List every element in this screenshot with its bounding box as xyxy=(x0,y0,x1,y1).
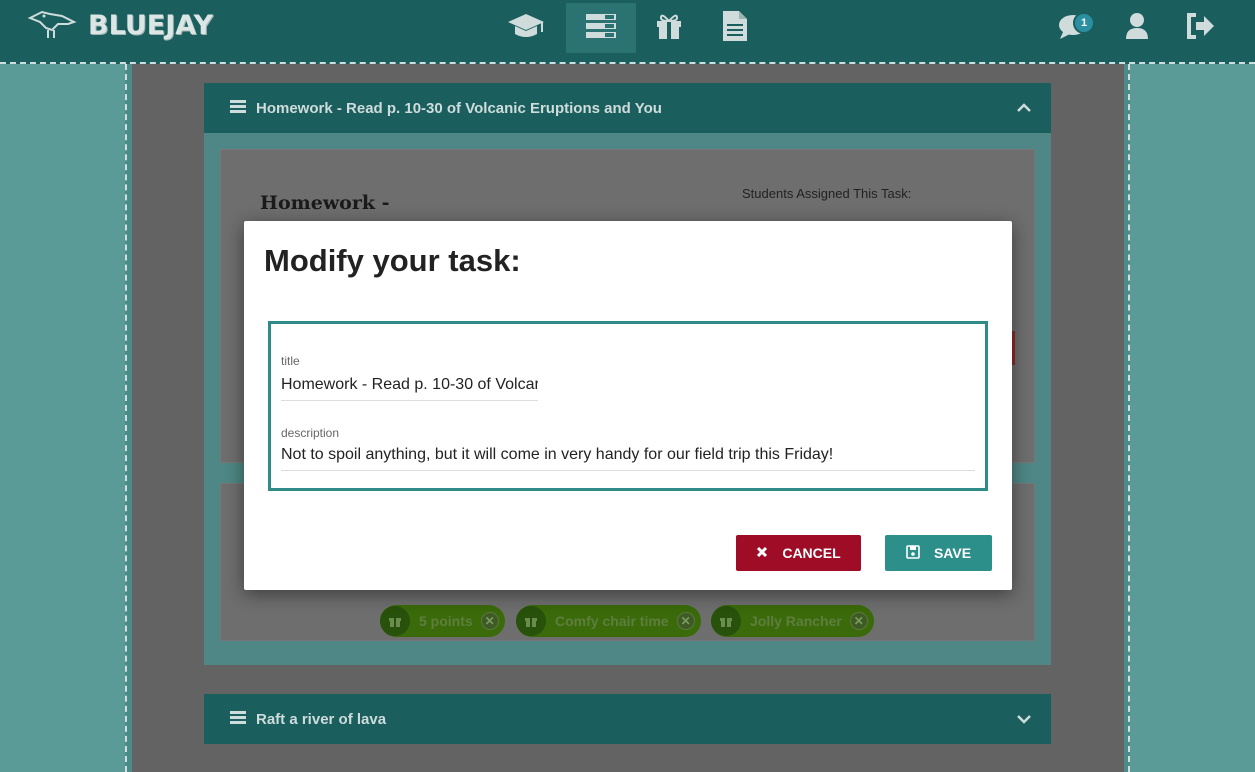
chevron-up-icon[interactable] xyxy=(1017,100,1031,117)
title-field[interactable] xyxy=(281,376,538,401)
task-panel-title: Raft a river of lava xyxy=(256,710,387,728)
sign-out-icon xyxy=(1186,12,1216,44)
app-logo[interactable]: BLUEJAY xyxy=(27,6,214,45)
tasks-list-icon xyxy=(230,99,246,117)
profile-button[interactable] xyxy=(1119,10,1155,46)
messages-button[interactable]: 1 xyxy=(1055,10,1095,46)
task-panel-title: Homework - Read p. 10-30 of Volcanic Eru… xyxy=(256,99,662,117)
delete-button-edge[interactable] xyxy=(1012,331,1015,365)
tasks-list-icon xyxy=(230,710,246,728)
chevron-down-icon[interactable] xyxy=(1017,711,1031,728)
description-field[interactable] xyxy=(281,446,975,471)
logout-button[interactable] xyxy=(1183,10,1219,46)
nav-item-reports[interactable] xyxy=(700,3,770,53)
reward-chip[interactable]: 5 points ✕ xyxy=(380,605,505,637)
reward-chip-label: Comfy chair time xyxy=(555,613,669,629)
top-nav-bar: BLUEJAY 1 xyxy=(0,0,1255,58)
students-assigned-label: Students Assigned This Task: xyxy=(742,186,912,201)
title-label: title xyxy=(281,354,300,368)
modify-task-dialog: Modify your task: title description CANC… xyxy=(244,221,1012,590)
gift-icon xyxy=(711,606,741,636)
remove-icon[interactable]: ✕ xyxy=(676,612,695,630)
nav-item-classes[interactable] xyxy=(491,3,561,53)
dialog-title: Modify your task: xyxy=(264,243,521,278)
nav-item-tasks[interactable] xyxy=(566,3,636,53)
app-name: BLUEJAY xyxy=(88,10,214,41)
reward-chip[interactable]: Jolly Rancher ✕ xyxy=(711,605,874,637)
close-icon xyxy=(756,545,768,561)
reward-chip-label: 5 points xyxy=(419,613,473,629)
task-form: title description xyxy=(268,321,988,491)
reward-chip-label: Jolly Rancher xyxy=(750,613,842,629)
cancel-label: CANCEL xyxy=(782,545,841,561)
remove-icon[interactable]: ✕ xyxy=(849,612,868,630)
task-panel-header-2[interactable]: Raft a river of lava xyxy=(204,694,1051,744)
messages-badge: 1 xyxy=(1073,12,1095,34)
gift-icon xyxy=(380,606,410,636)
task-card-title: Homework - xyxy=(260,192,390,214)
nav-item-rewards[interactable] xyxy=(634,3,704,53)
bird-logo-icon xyxy=(27,6,80,45)
floppy-disk-icon xyxy=(906,544,920,562)
document-icon xyxy=(722,10,748,47)
cancel-button[interactable]: CANCEL xyxy=(736,535,861,571)
gift-icon xyxy=(516,606,546,636)
save-button[interactable]: SAVE xyxy=(885,535,992,571)
user-icon xyxy=(1125,12,1149,45)
save-label: SAVE xyxy=(933,545,972,561)
tasks-list-icon xyxy=(585,13,617,44)
remove-icon[interactable]: ✕ xyxy=(480,612,499,630)
gift-icon xyxy=(655,12,683,45)
task-panel-header-1[interactable]: Homework - Read p. 10-30 of Volcanic Eru… xyxy=(204,83,1051,133)
description-label: description xyxy=(281,426,340,440)
graduation-cap-icon xyxy=(506,11,546,46)
reward-chip[interactable]: Comfy chair time ✕ xyxy=(516,605,701,637)
